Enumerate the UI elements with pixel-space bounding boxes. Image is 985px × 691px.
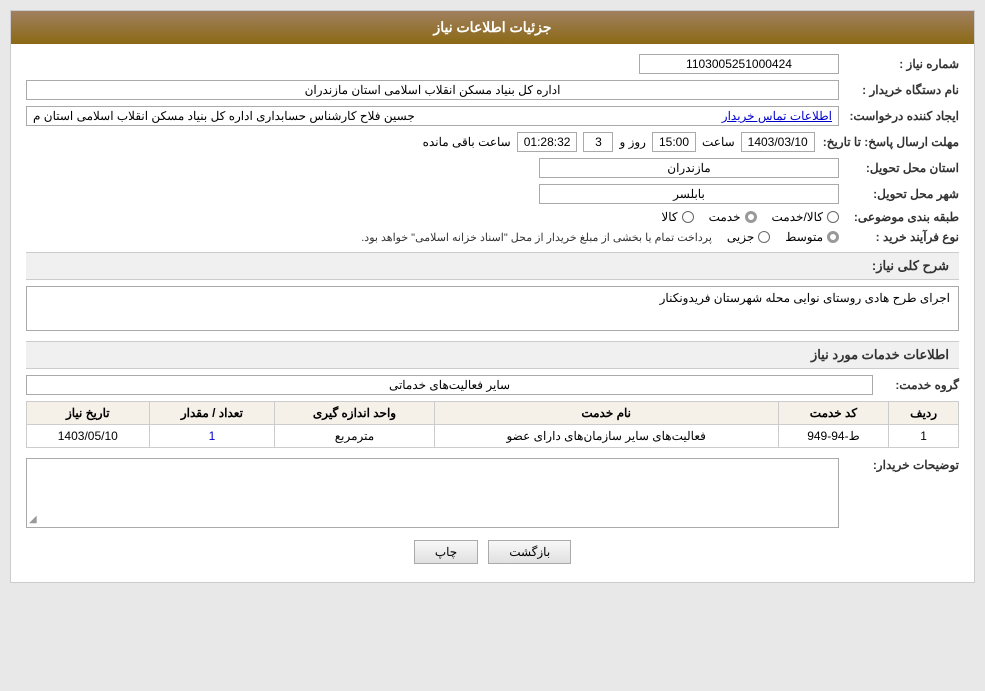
shahr-value: بابلسر (539, 184, 839, 204)
gorooh-row: گروه خدمت: سایر فعالیت‌های خدماتی (26, 375, 959, 395)
tabaghe-label: طبقه بندی موضوعی: (839, 210, 959, 224)
tabaghe-option-khedmat[interactable]: خدمت (709, 210, 757, 224)
tabaghe-label-kala-khedmat: کالا/خدمت (772, 210, 823, 224)
back-button[interactable]: بازگشت (488, 540, 571, 564)
shomara-niaz-value: 1103005251000424 (639, 54, 839, 74)
buttons-row: بازگشت چاپ (26, 540, 959, 564)
mohlat-inline: 1403/03/10 ساعت 15:00 روز و 3 01:28:32 س… (26, 132, 815, 152)
panel-title: جزئیات اطلاعات نیاز (433, 19, 551, 35)
tozihat-row: توضیحات خریدار: ◢ (26, 458, 959, 528)
sharh-header-label: شرح کلی نیاز: (872, 258, 949, 273)
nam-dastgah-row: نام دستگاه خریدار : اداره کل بنیاد مسکن … (26, 80, 959, 100)
panel-body: شماره نیاز : 1103005251000424 نام دستگاه… (11, 44, 974, 582)
navoe-desc: پرداخت تمام یا بخشی از مبلغ خریدار از مح… (361, 231, 712, 244)
col-tarikh: تاریخ نیاز (27, 402, 150, 425)
shahr-row: شهر محل تحویل: بابلسر (26, 184, 959, 204)
shomara-niaz-label: شماره نیاز : (839, 57, 959, 71)
ijad-text: جسین فلاح کارشناس حسابداری اداره کل بنیا… (33, 109, 415, 123)
nam-dastgah-label: نام دستگاه خریدار : (839, 83, 959, 97)
ijad-label: ایجاد کننده درخواست: (839, 109, 959, 123)
table-row: 1 ط-94-949 فعالیت‌های سایر سازمان‌های دا… (27, 425, 959, 448)
tozihat-label: توضیحات خریدار: (839, 458, 959, 472)
sharh-value: اجرای طرح هادی روستای نوایی محله شهرستان… (26, 286, 959, 331)
panel-header: جزئیات اطلاعات نیاز (11, 11, 974, 44)
saat-label: ساعت (702, 135, 735, 149)
baghimandeh-value: 01:28:32 (517, 132, 578, 152)
sharh-row: اجرای طرح هادی روستای نوایی محله شهرستان… (26, 286, 959, 331)
tabaghe-radio-kala (682, 211, 694, 223)
print-button[interactable]: چاپ (414, 540, 478, 564)
shahr-label: شهر محل تحویل: (839, 187, 959, 201)
khadamat-section-header: اطلاعات خدمات مورد نیاز (26, 341, 959, 369)
services-table-head: ردیف کد خدمت نام خدمت واحد اندازه گیری ت… (27, 402, 959, 425)
cell-tedad: 1 (149, 425, 275, 448)
main-panel: جزئیات اطلاعات نیاز شماره نیاز : 1103005… (10, 10, 975, 583)
khadamat-header-label: اطلاعات خدمات مورد نیاز (811, 347, 949, 362)
resize-icon-tozihat: ◢ (29, 514, 37, 525)
shomara-niaz-row: شماره نیاز : 1103005251000424 (26, 54, 959, 74)
cell-nam: فعالیت‌های سایر سازمان‌های دارای عضو (434, 425, 778, 448)
navoe-label-jozi: جزیی (727, 230, 754, 244)
mohlat-label: مهلت ارسال پاسخ: تا تاریخ: (815, 135, 959, 149)
tabaghe-label-kala: کالا (661, 210, 677, 224)
cell-kod: ط-94-949 (778, 425, 888, 448)
gorooh-value: سایر فعالیت‌های خدماتی (26, 375, 873, 395)
tabaghe-row: طبقه بندی موضوعی: کالا/خدمت خدمت کالا (26, 210, 959, 224)
tabaghe-option-kala-khedmat[interactable]: کالا/خدمت (772, 210, 839, 224)
saat-value: 15:00 (652, 132, 696, 152)
page-wrapper: جزئیات اطلاعات نیاز شماره نیاز : 1103005… (0, 0, 985, 691)
tabaghe-option-kala[interactable]: کالا (661, 210, 693, 224)
ostan-row: استان محل تحویل: مازندران (26, 158, 959, 178)
gorooh-label: گروه خدمت: (879, 378, 959, 392)
navoe-row: نوع فرآیند خرید : متوسط جزیی پرداخت تمام… (26, 230, 959, 244)
col-tedad: تعداد / مقدار (149, 402, 275, 425)
rooz-label: روز و (619, 135, 646, 149)
col-kod: کد خدمت (778, 402, 888, 425)
navoe-label: نوع فرآیند خرید : (839, 230, 959, 244)
tozihat-textarea[interactable]: ◢ (26, 458, 839, 528)
navoe-label-mootaset: متوسط (785, 230, 823, 244)
col-vahed: واحد اندازه گیری (275, 402, 434, 425)
tabaghe-radio-group: کالا/خدمت خدمت کالا (661, 210, 839, 224)
tabaghe-radio-khedmat (745, 211, 757, 223)
tabaghe-label-khedmat: خدمت (709, 210, 741, 224)
cell-radif: 1 (889, 425, 959, 448)
ostan-value: مازندران (539, 158, 839, 178)
navoe-radio-jozi (758, 231, 770, 243)
tarikh-value: 1403/03/10 (741, 132, 815, 152)
sharh-section-header: شرح کلی نیاز: (26, 252, 959, 280)
navoe-option-jozi[interactable]: جزیی (727, 230, 770, 244)
cell-tarikh: 1403/05/10 (27, 425, 150, 448)
ostan-label: استان محل تحویل: (839, 161, 959, 175)
services-table-header-row: ردیف کد خدمت نام خدمت واحد اندازه گیری ت… (27, 402, 959, 425)
ijad-value: اطلاعات تماس خریدار جسین فلاح کارشناس حس… (26, 106, 839, 126)
cell-vahed: مترمربع (275, 425, 434, 448)
baghimandeh-label: ساعت باقی مانده (423, 135, 511, 149)
mohlat-row: مهلت ارسال پاسخ: تا تاریخ: 1403/03/10 سا… (26, 132, 959, 152)
navoe-radio-mootaset (827, 231, 839, 243)
nam-dastgah-value: اداره کل بنیاد مسکن انقلاب اسلامی استان … (26, 80, 839, 100)
services-table: ردیف کد خدمت نام خدمت واحد اندازه گیری ت… (26, 401, 959, 448)
col-nam: نام خدمت (434, 402, 778, 425)
tabaghe-radio-kala-khedmat (827, 211, 839, 223)
navoe-option-mootaset[interactable]: متوسط (785, 230, 839, 244)
col-radif: ردیف (889, 402, 959, 425)
navoe-radio-group: متوسط جزیی (727, 230, 839, 244)
services-table-body: 1 ط-94-949 فعالیت‌های سایر سازمان‌های دا… (27, 425, 959, 448)
ijad-link[interactable]: اطلاعات تماس خریدار (722, 109, 832, 123)
rooz-value: 3 (583, 132, 613, 152)
ijad-row: ایجاد کننده درخواست: اطلاعات تماس خریدار… (26, 106, 959, 126)
